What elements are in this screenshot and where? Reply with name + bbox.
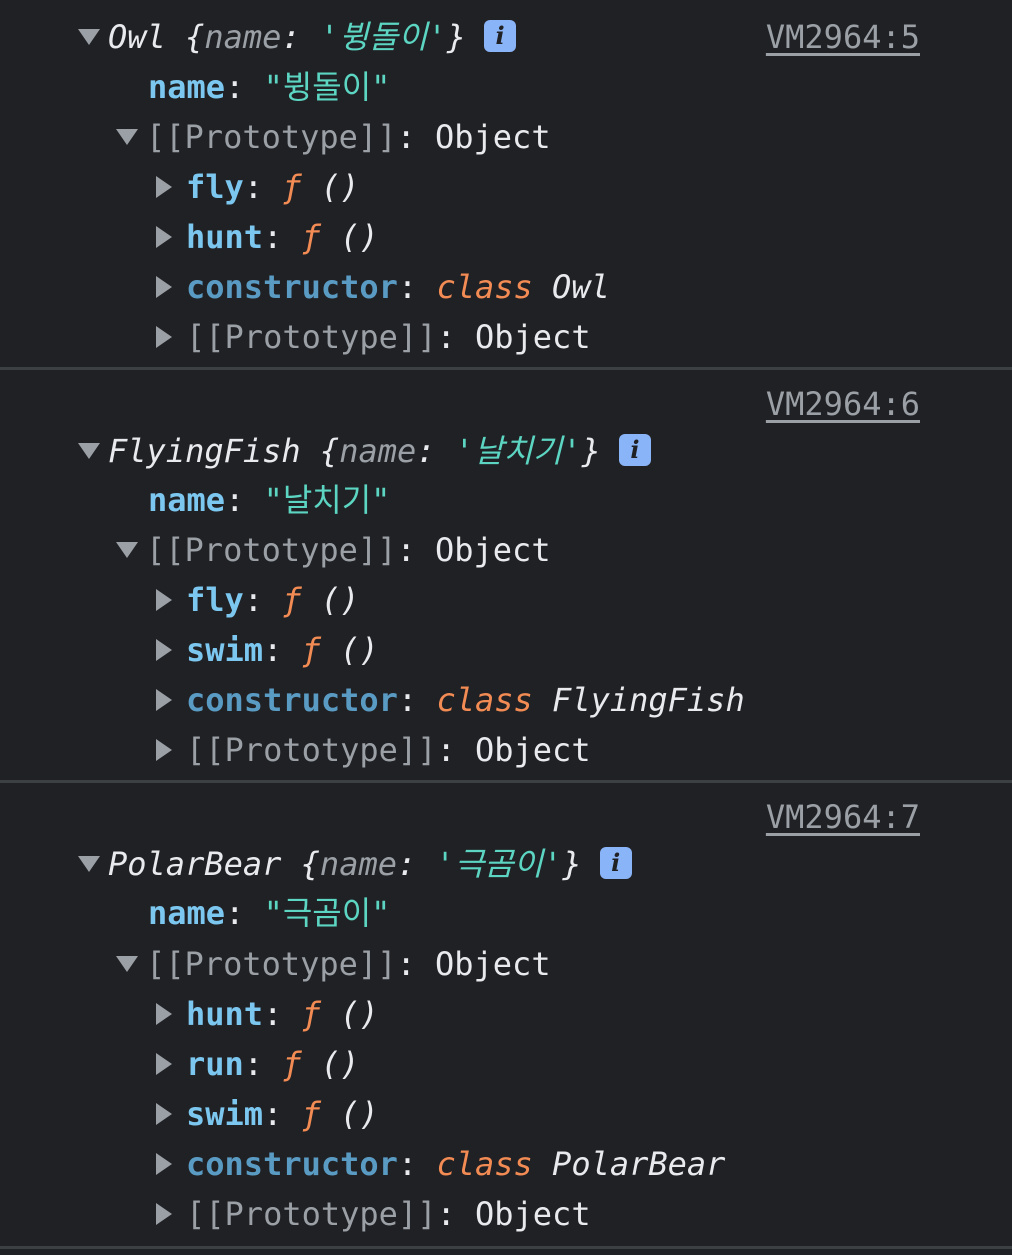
info-icon[interactable]: i xyxy=(484,20,517,52)
collapse-triangle-icon[interactable] xyxy=(156,176,172,198)
preview-key: name xyxy=(339,432,417,470)
inner-prototype-row[interactable]: [[Prototype]]: Object xyxy=(156,725,591,775)
collapse-triangle-icon[interactable] xyxy=(156,689,172,711)
preview-key: name xyxy=(204,18,282,56)
prototype-row[interactable]: [[Prototype]]: Object xyxy=(116,939,551,989)
info-icon[interactable]: i xyxy=(599,847,632,879)
constructor-row[interactable]: constructor: class Owl xyxy=(156,262,610,312)
console-entry-owl: Owl {name: '뷩돌이'} i VM2964:5 name: "뷩돌이" … xyxy=(0,0,1012,370)
inner-prototype-row[interactable]: [[Prototype]]: Object xyxy=(156,312,591,362)
console-entry-polarbear: VM2964:7 PolarBear {name: '극곰이'} i name: … xyxy=(0,783,1012,1249)
property-name: name: "뷩돌이" xyxy=(148,68,391,106)
collapse-triangle-icon[interactable] xyxy=(156,639,172,661)
expand-triangle-icon[interactable] xyxy=(116,542,138,558)
collapse-triangle-icon[interactable] xyxy=(156,1203,172,1225)
preview-value: '뷩돌이' xyxy=(319,18,447,56)
preview-value: '극곰이' xyxy=(435,845,563,883)
expand-triangle-icon[interactable] xyxy=(78,856,100,872)
constructor-row[interactable]: constructor: class FlyingFish xyxy=(156,675,745,725)
object-header[interactable]: PolarBear {name: '극곰이'} i xyxy=(78,839,632,889)
expand-triangle-icon[interactable] xyxy=(78,29,100,45)
collapse-triangle-icon[interactable] xyxy=(156,1053,172,1075)
info-icon[interactable]: i xyxy=(618,434,651,466)
method-row[interactable]: run: ƒ () xyxy=(156,1039,359,1089)
collapse-triangle-icon[interactable] xyxy=(156,1003,172,1025)
property-name: name: "날치기" xyxy=(148,481,391,519)
preview-value: '날치기' xyxy=(454,432,582,470)
class-name: FlyingFish xyxy=(108,432,301,470)
collapse-triangle-icon[interactable] xyxy=(156,1153,172,1175)
console-entry-flyingfish: VM2964:6 FlyingFish {name: '날치기'} i name:… xyxy=(0,370,1012,783)
source-link[interactable]: VM2964:7 xyxy=(766,792,920,842)
method-row[interactable]: hunt: ƒ () xyxy=(156,989,379,1039)
collapse-triangle-icon[interactable] xyxy=(156,226,172,248)
constructor-row[interactable]: constructor: class PolarBear xyxy=(156,1139,725,1189)
source-link[interactable]: VM2964:6 xyxy=(766,379,920,429)
object-header[interactable]: FlyingFish {name: '날치기'} i xyxy=(78,426,651,476)
source-link[interactable]: VM2964:5 xyxy=(766,12,920,62)
method-row[interactable]: swim: ƒ () xyxy=(156,625,379,675)
property-name: name: "극곰이" xyxy=(148,894,391,932)
method-row[interactable]: swim: ƒ () xyxy=(156,1089,379,1139)
collapse-triangle-icon[interactable] xyxy=(156,276,172,298)
prototype-row[interactable]: [[Prototype]]: Object xyxy=(116,112,551,162)
method-row[interactable]: fly: ƒ () xyxy=(156,162,359,212)
preview-key: name xyxy=(319,845,397,883)
expand-triangle-icon[interactable] xyxy=(116,956,138,972)
class-name: Owl xyxy=(108,18,166,56)
expand-triangle-icon[interactable] xyxy=(78,443,100,459)
object-header[interactable]: Owl {name: '뷩돌이'} i xyxy=(78,12,517,62)
inner-prototype-row[interactable]: [[Prototype]]: Object xyxy=(156,1189,591,1239)
collapse-triangle-icon[interactable] xyxy=(156,1103,172,1125)
collapse-triangle-icon[interactable] xyxy=(156,326,172,348)
collapse-triangle-icon[interactable] xyxy=(156,589,172,611)
collapse-triangle-icon[interactable] xyxy=(156,739,172,761)
method-row[interactable]: fly: ƒ () xyxy=(156,575,359,625)
expand-triangle-icon[interactable] xyxy=(116,129,138,145)
method-row[interactable]: hunt: ƒ () xyxy=(156,212,379,262)
class-name: PolarBear xyxy=(108,845,282,883)
prototype-row[interactable]: [[Prototype]]: Object xyxy=(116,525,551,575)
